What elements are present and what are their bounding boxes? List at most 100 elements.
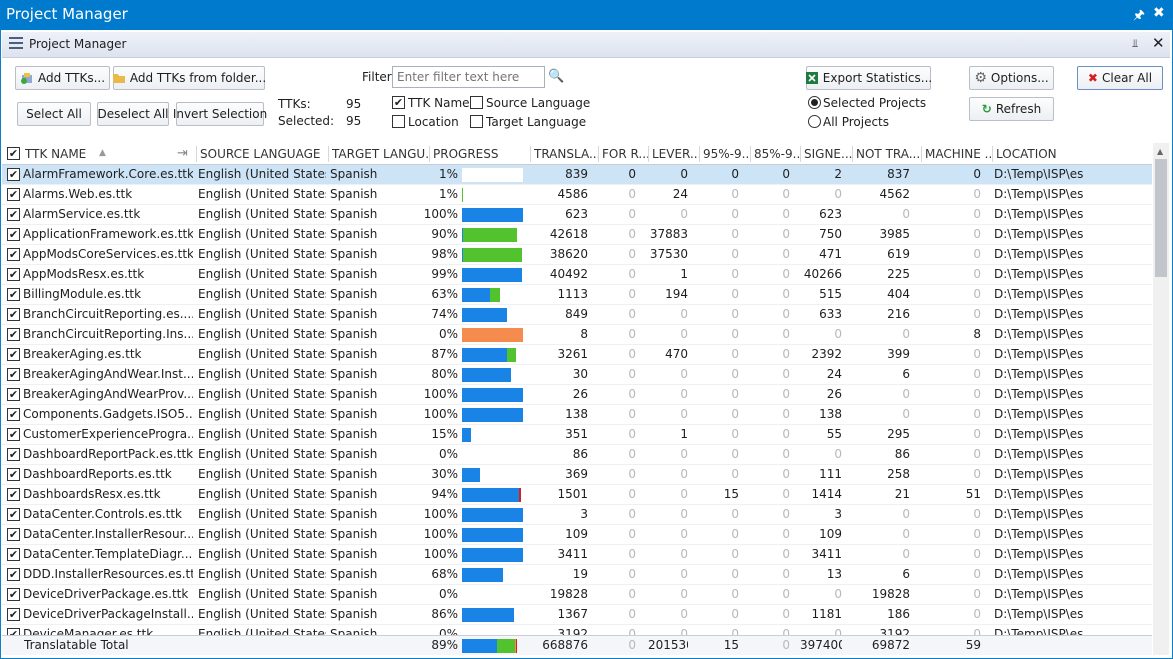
arrow-right-icon[interactable]: ⇥ — [177, 146, 188, 161]
select-all-checkbox[interactable]: ✔ — [7, 147, 20, 160]
table-row[interactable]: ✔ BillingModule.es.ttk English (United Sta… — [2, 285, 1152, 305]
row-checkbox[interactable]: ✔ — [7, 488, 20, 501]
table-row[interactable]: ✔ DeviceManager.es.ttk English (United Sta… — [2, 625, 1152, 635]
filter-input[interactable] — [392, 66, 545, 88]
table-row[interactable]: ✔ ApplicationFramework.es.ttk English (Uni… — [2, 225, 1152, 245]
column-progress[interactable]: PROGRESS — [433, 147, 529, 161]
table-row[interactable]: ✔ BranchCircuitReporting.es.... English (U… — [2, 305, 1152, 325]
scroll-up-icon[interactable]: ▲ — [1157, 147, 1163, 156]
table-row[interactable]: ✔ DataCenter.Controls.es.ttk English (Unit… — [2, 505, 1152, 525]
target-language-checkbox[interactable] — [470, 115, 483, 128]
scrollbar-thumb[interactable] — [1155, 159, 1167, 277]
row-checkbox[interactable]: ✔ — [7, 208, 20, 221]
progress-percent-cell: 1% — [438, 167, 458, 181]
table-row[interactable]: ✔ AlarmService.es.ttk English (United Stat… — [2, 205, 1152, 225]
column-target-language[interactable]: TARGET LANGU... — [332, 147, 428, 161]
row-checkbox[interactable]: ✔ — [7, 468, 20, 481]
row-checkbox[interactable]: ✔ — [7, 368, 20, 381]
column-location[interactable]: LOCATION — [996, 147, 1096, 161]
table-row[interactable]: ✔ Components.Gadgets.ISO5... English (Unit… — [2, 405, 1152, 425]
table-row[interactable]: ✔ DashboardsResx.es.ttk English (United St… — [2, 485, 1152, 505]
row-checkbox[interactable]: ✔ — [7, 588, 20, 601]
table-row[interactable]: ✔ DeviceDriverPackage.es.ttk English (Unit… — [2, 585, 1152, 605]
table-row[interactable]: ✔ DashboardReports.es.ttk English (United … — [2, 465, 1152, 485]
row-checkbox[interactable]: ✔ — [7, 328, 20, 341]
ttk-name-cell: DeviceDriverPackageInstall... — [23, 607, 193, 621]
location-cell: D:\Temp\ISP\es — [994, 167, 1084, 181]
row-checkbox[interactable]: ✔ — [7, 428, 20, 441]
pin-icon[interactable]: 🖈 — [1133, 6, 1145, 28]
table-row[interactable]: ✔ DDD.InstallerResources.es.ttk English (U… — [2, 565, 1152, 585]
table-row[interactable]: ✔ BreakerAgingAndWearProv... English (Unit… — [2, 385, 1152, 405]
lever-cell: 0 — [680, 367, 688, 381]
vertical-scrollbar[interactable]: ▲ — [1153, 143, 1169, 655]
location-checkbox[interactable] — [392, 115, 405, 128]
row-checkbox[interactable]: ✔ — [7, 548, 20, 561]
table-row[interactable]: ✔ BranchCircuitReporting.Ins... English (U… — [2, 325, 1152, 345]
column-85-94[interactable]: 85%-9... — [754, 147, 800, 161]
add-ttks-from-folder-button[interactable]: Add TTKs from folder... — [112, 66, 266, 90]
ttk-name-checkbox[interactable]: ✔ — [392, 96, 405, 109]
row-checkbox[interactable]: ✔ — [7, 228, 20, 241]
menu-icon[interactable] — [9, 37, 23, 51]
table-row[interactable]: ✔ Alarms.Web.es.ttk English (United States… — [2, 185, 1152, 205]
add-ttks-button[interactable]: Add TTKs... — [15, 66, 110, 90]
row-checkbox[interactable]: ✔ — [7, 508, 20, 521]
column-signed[interactable]: SIGNE... — [804, 147, 852, 161]
progress-bar — [462, 188, 523, 202]
row-checkbox[interactable]: ✔ — [7, 188, 20, 201]
row-checkbox[interactable]: ✔ — [7, 388, 20, 401]
table-row[interactable]: ✔ AlarmFramework.Core.es.ttk English (Unit… — [2, 165, 1152, 185]
table-row[interactable]: ✔ AppModsResx.es.ttk English (United State… — [2, 265, 1152, 285]
row-checkbox[interactable]: ✔ — [7, 608, 20, 621]
footer-not-translated: 69872 — [871, 638, 910, 652]
refresh-button[interactable]: ↻ Refresh — [969, 97, 1054, 121]
table-row[interactable]: ✔ BreakerAging.es.ttk English (United Stat… — [2, 345, 1152, 365]
close-icon[interactable]: ✖ — [1153, 5, 1165, 21]
signed-cell: 0 — [834, 327, 842, 341]
row-checkbox[interactable]: ✔ — [7, 448, 20, 461]
row-checkbox[interactable]: ✔ — [7, 288, 20, 301]
close-panel-icon[interactable]: ✕ — [1152, 34, 1165, 52]
table-row[interactable]: ✔ DataCenter.InstallerResour... English (U… — [2, 525, 1152, 545]
table-row[interactable]: ✔ DashboardReportPack.es.ttk English (Unit… — [2, 445, 1152, 465]
column-translatable[interactable]: TRANSLA... — [534, 147, 598, 161]
column-leveraged[interactable]: LEVER... — [652, 147, 699, 161]
column-ttk-name[interactable]: TTK NAME — [25, 147, 105, 161]
pin-icon[interactable]: ⫫ — [1132, 37, 1138, 51]
signed-cell: 471 — [819, 247, 842, 261]
source-language-cell: English (United States) — [198, 187, 326, 201]
column-source-language[interactable]: SOURCE LANGUAGE — [200, 147, 328, 161]
p95-cell: 0 — [731, 387, 739, 401]
column-95-99[interactable]: 95%-9... — [703, 147, 750, 161]
table-row[interactable]: ✔ BreakerAgingAndWear.Inst... English (Uni… — [2, 365, 1152, 385]
row-checkbox[interactable]: ✔ — [7, 268, 20, 281]
row-checkbox[interactable]: ✔ — [7, 248, 20, 261]
location-cell: D:\Temp\ISP\es — [994, 247, 1084, 261]
table-row[interactable]: ✔ DataCenter.TemplateDiagr... English (Uni… — [2, 545, 1152, 565]
target-language-cell: Spanish — [330, 447, 378, 461]
row-checkbox[interactable]: ✔ — [7, 568, 20, 581]
row-checkbox[interactable]: ✔ — [7, 408, 20, 421]
all-projects-radio[interactable] — [808, 115, 821, 128]
search-icon[interactable]: 🔍 — [548, 69, 564, 84]
export-statistics-button[interactable]: Export Statistics... — [805, 66, 932, 90]
clear-all-button[interactable]: ✖ Clear All — [1077, 66, 1163, 90]
invert-selection-button[interactable]: Invert Selection — [173, 102, 267, 126]
column-for-review[interactable]: FOR R... — [602, 147, 648, 161]
select-all-button[interactable]: Select All — [17, 102, 91, 126]
row-checkbox[interactable]: ✔ — [7, 528, 20, 541]
table-row[interactable]: ✔ AppModsCoreServices.es.ttk English (Unit… — [2, 245, 1152, 265]
column-machine[interactable]: MACHINE ... — [925, 147, 991, 161]
row-checkbox[interactable]: ✔ — [7, 308, 20, 321]
column-not-translated[interactable]: NOT TRA... — [856, 147, 920, 161]
row-checkbox[interactable]: ✔ — [7, 628, 20, 635]
row-checkbox[interactable]: ✔ — [7, 348, 20, 361]
selected-projects-radio[interactable] — [808, 96, 821, 109]
deselect-all-button[interactable]: Deselect All — [97, 102, 169, 126]
row-checkbox[interactable]: ✔ — [7, 168, 20, 181]
table-row[interactable]: ✔ CustomerExperienceProgra... English (Uni… — [2, 425, 1152, 445]
options-button[interactable]: ⚙ Options... — [969, 66, 1054, 90]
source-language-checkbox[interactable] — [470, 96, 483, 109]
table-row[interactable]: ✔ DeviceDriverPackageInstall... English (U… — [2, 605, 1152, 625]
